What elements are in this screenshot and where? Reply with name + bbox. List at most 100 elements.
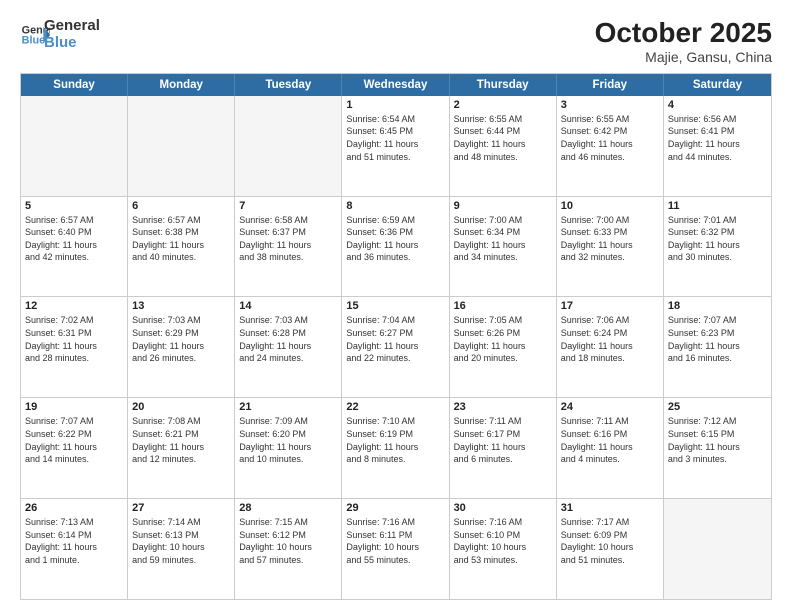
day-info: Sunrise: 7:11 AMSunset: 6:17 PMDaylight:… <box>454 415 552 465</box>
day-info: Sunrise: 7:03 AMSunset: 6:29 PMDaylight:… <box>132 314 230 364</box>
day-number: 22 <box>346 401 444 413</box>
day-number: 10 <box>561 200 659 212</box>
calendar-cell: 14 Sunrise: 7:03 AMSunset: 6:28 PMDayligh… <box>235 297 342 397</box>
day-number: 18 <box>668 300 767 312</box>
day-number: 30 <box>454 502 552 514</box>
day-info: Sunrise: 7:14 AMSunset: 6:13 PMDaylight:… <box>132 516 230 566</box>
calendar-cell: 15 Sunrise: 7:04 AMSunset: 6:27 PMDayligh… <box>342 297 449 397</box>
day-number: 31 <box>561 502 659 514</box>
day-info: Sunrise: 7:13 AMSunset: 6:14 PMDaylight:… <box>25 516 123 566</box>
calendar-cell: 5 Sunrise: 6:57 AMSunset: 6:40 PMDaylight… <box>21 197 128 297</box>
page: General Blue General Blue October 2025 M… <box>0 0 792 612</box>
day-number: 8 <box>346 200 444 212</box>
header-cell-friday: Friday <box>557 74 664 96</box>
calendar-cell: 20 Sunrise: 7:08 AMSunset: 6:21 PMDayligh… <box>128 398 235 498</box>
calendar-cell: 11 Sunrise: 7:01 AMSunset: 6:32 PMDayligh… <box>664 197 771 297</box>
day-info: Sunrise: 7:09 AMSunset: 6:20 PMDaylight:… <box>239 415 337 465</box>
calendar-subtitle: Majie, Gansu, China <box>595 49 772 65</box>
calendar-cell: 17Sunrise: 7:06 AMSunset: 6:24 PMDayligh… <box>557 297 664 397</box>
calendar-cell <box>664 499 771 599</box>
day-number: 17 <box>561 300 659 312</box>
logo: General Blue General Blue <box>20 18 100 51</box>
day-number: 26 <box>25 502 123 514</box>
calendar-cell: 10 Sunrise: 7:00 AMSunset: 6:33 PMDayligh… <box>557 197 664 297</box>
day-number: 12 <box>25 300 123 312</box>
day-info: Sunrise: 7:00 AMSunset: 6:33 PMDaylight:… <box>561 214 659 264</box>
svg-text:Blue: Blue <box>22 34 45 46</box>
day-info: Sunrise: 7:02 AMSunset: 6:31 PMDaylight:… <box>25 314 123 364</box>
calendar-cell: 16Sunrise: 7:05 AMSunset: 6:26 PMDayligh… <box>450 297 557 397</box>
day-number: 11 <box>668 200 767 212</box>
day-info: Sunrise: 7:03 AMSunset: 6:28 PMDaylight:… <box>239 314 337 364</box>
calendar-cell <box>21 96 128 196</box>
day-info: Sunrise: 7:05 AMSunset: 6:26 PMDaylight:… <box>454 314 552 364</box>
day-info: Sunrise: 7:01 AMSunset: 6:32 PMDaylight:… <box>668 214 767 264</box>
calendar-cell: 3 Sunrise: 6:55 AMSunset: 6:42 PMDaylight… <box>557 96 664 196</box>
day-number: 9 <box>454 200 552 212</box>
day-number: 27 <box>132 502 230 514</box>
header-cell-saturday: Saturday <box>664 74 771 96</box>
calendar-week-3: 12 Sunrise: 7:02 AMSunset: 6:31 PMDayligh… <box>21 297 771 398</box>
calendar-body: 1 Sunrise: 6:54 AMSunset: 6:45 PMDaylight… <box>21 96 771 599</box>
logo-blue: Blue <box>44 35 100 52</box>
day-info: Sunrise: 7:08 AMSunset: 6:21 PMDaylight:… <box>132 415 230 465</box>
day-info: Sunrise: 6:54 AMSunset: 6:45 PMDaylight:… <box>346 113 444 163</box>
day-number: 23 <box>454 401 552 413</box>
calendar-cell: 24Sunrise: 7:11 AMSunset: 6:16 PMDayligh… <box>557 398 664 498</box>
calendar-title: October 2025 <box>595 18 772 49</box>
day-number: 25 <box>668 401 767 413</box>
day-info: Sunrise: 7:10 AMSunset: 6:19 PMDaylight:… <box>346 415 444 465</box>
day-number: 6 <box>132 200 230 212</box>
calendar-cell <box>128 96 235 196</box>
day-info: Sunrise: 7:16 AMSunset: 6:11 PMDaylight:… <box>346 516 444 566</box>
day-number: 1 <box>346 99 444 111</box>
day-info: Sunrise: 7:04 AMSunset: 6:27 PMDaylight:… <box>346 314 444 364</box>
day-info: Sunrise: 6:56 AMSunset: 6:41 PMDaylight:… <box>668 113 767 163</box>
day-number: 3 <box>561 99 659 111</box>
day-info: Sunrise: 7:07 AMSunset: 6:23 PMDaylight:… <box>668 314 767 364</box>
calendar-cell: 26 Sunrise: 7:13 AMSunset: 6:14 PMDayligh… <box>21 499 128 599</box>
calendar: SundayMondayTuesdayWednesdayThursdayFrid… <box>20 73 772 600</box>
calendar-cell: 28Sunrise: 7:15 AMSunset: 6:12 PMDayligh… <box>235 499 342 599</box>
calendar-cell: 6 Sunrise: 6:57 AMSunset: 6:38 PMDaylight… <box>128 197 235 297</box>
day-number: 15 <box>346 300 444 312</box>
calendar-cell: 8 Sunrise: 6:59 AMSunset: 6:36 PMDaylight… <box>342 197 449 297</box>
logo-general: General <box>44 18 100 35</box>
calendar-week-1: 1 Sunrise: 6:54 AMSunset: 6:45 PMDaylight… <box>21 96 771 197</box>
header-cell-thursday: Thursday <box>450 74 557 96</box>
calendar-week-4: 19 Sunrise: 7:07 AMSunset: 6:22 PMDayligh… <box>21 398 771 499</box>
calendar-cell: 27 Sunrise: 7:14 AMSunset: 6:13 PMDayligh… <box>128 499 235 599</box>
calendar-cell: 18 Sunrise: 7:07 AMSunset: 6:23 PMDayligh… <box>664 297 771 397</box>
calendar-cell: 30 Sunrise: 7:16 AMSunset: 6:10 PMDayligh… <box>450 499 557 599</box>
day-info: Sunrise: 6:58 AMSunset: 6:37 PMDaylight:… <box>239 214 337 264</box>
header: General Blue General Blue October 2025 M… <box>20 18 772 65</box>
calendar-cell: 7 Sunrise: 6:58 AMSunset: 6:37 PMDaylight… <box>235 197 342 297</box>
day-info: Sunrise: 6:57 AMSunset: 6:38 PMDaylight:… <box>132 214 230 264</box>
day-number: 4 <box>668 99 767 111</box>
calendar-week-2: 5 Sunrise: 6:57 AMSunset: 6:40 PMDaylight… <box>21 197 771 298</box>
day-info: Sunrise: 6:59 AMSunset: 6:36 PMDaylight:… <box>346 214 444 264</box>
calendar-cell: 29Sunrise: 7:16 AMSunset: 6:11 PMDayligh… <box>342 499 449 599</box>
calendar-cell <box>235 96 342 196</box>
day-number: 20 <box>132 401 230 413</box>
day-number: 19 <box>25 401 123 413</box>
day-number: 5 <box>25 200 123 212</box>
calendar-cell: 19 Sunrise: 7:07 AMSunset: 6:22 PMDayligh… <box>21 398 128 498</box>
day-number: 14 <box>239 300 337 312</box>
day-info: Sunrise: 6:55 AMSunset: 6:42 PMDaylight:… <box>561 113 659 163</box>
calendar-cell: 22 Sunrise: 7:10 AMSunset: 6:19 PMDayligh… <box>342 398 449 498</box>
day-info: Sunrise: 7:15 AMSunset: 6:12 PMDaylight:… <box>239 516 337 566</box>
calendar-week-5: 26 Sunrise: 7:13 AMSunset: 6:14 PMDayligh… <box>21 499 771 599</box>
day-info: Sunrise: 6:57 AMSunset: 6:40 PMDaylight:… <box>25 214 123 264</box>
day-info: Sunrise: 7:07 AMSunset: 6:22 PMDaylight:… <box>25 415 123 465</box>
day-number: 2 <box>454 99 552 111</box>
calendar-cell: 9Sunrise: 7:00 AMSunset: 6:34 PMDaylight… <box>450 197 557 297</box>
header-cell-monday: Monday <box>128 74 235 96</box>
title-block: October 2025 Majie, Gansu, China <box>595 18 772 65</box>
day-info: Sunrise: 7:16 AMSunset: 6:10 PMDaylight:… <box>454 516 552 566</box>
calendar-cell: 25Sunrise: 7:12 AMSunset: 6:15 PMDayligh… <box>664 398 771 498</box>
calendar-cell: 31Sunrise: 7:17 AMSunset: 6:09 PMDayligh… <box>557 499 664 599</box>
calendar-header-row: SundayMondayTuesdayWednesdayThursdayFrid… <box>21 74 771 96</box>
calendar-cell: 2Sunrise: 6:55 AMSunset: 6:44 PMDaylight… <box>450 96 557 196</box>
day-number: 7 <box>239 200 337 212</box>
